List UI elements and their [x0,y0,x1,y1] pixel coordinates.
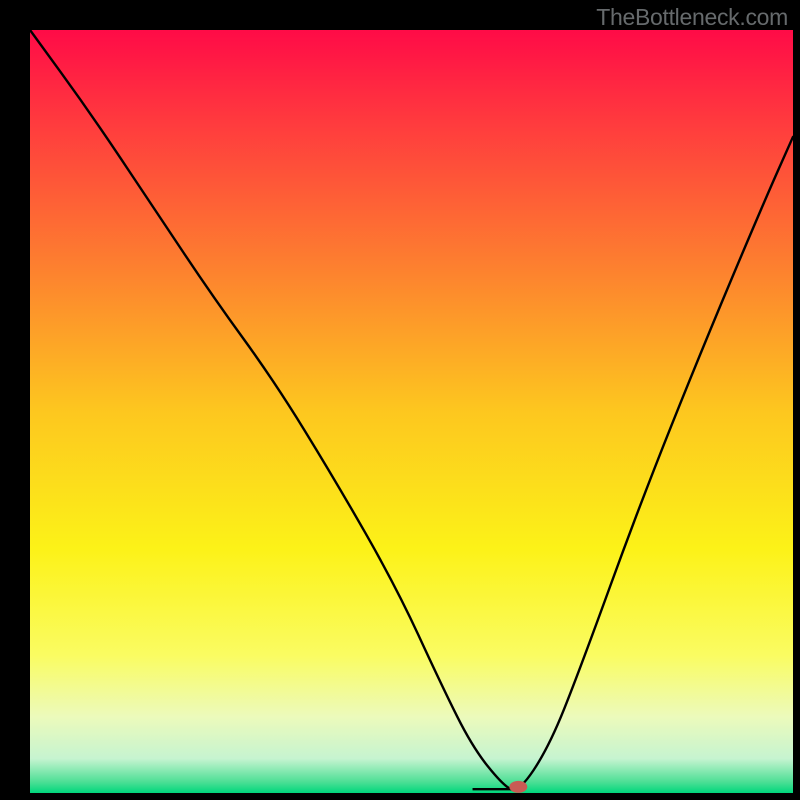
chart-frame: TheBottleneck.com [0,0,800,800]
optimal-point-marker [509,781,527,793]
watermark-text: TheBottleneck.com [596,4,788,31]
plot-background [30,30,793,793]
bottleneck-chart [0,0,800,800]
